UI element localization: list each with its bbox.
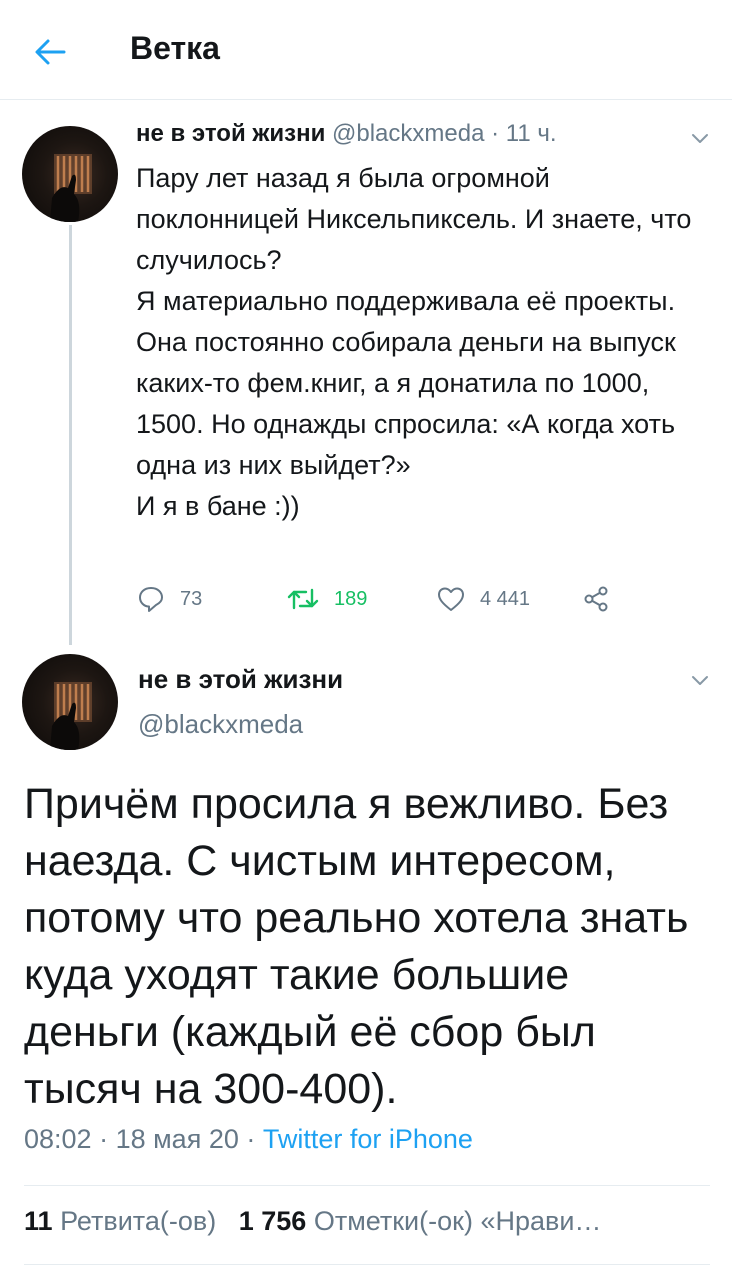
like-count: 4 441: [480, 587, 531, 610]
reply-button[interactable]: 73: [136, 582, 202, 616]
reply-icon: [139, 587, 163, 612]
tweet2-text: Причём просила я вежливо. Без наезда. С …: [24, 780, 689, 1113]
retweet-count: 189: [334, 587, 368, 610]
chevron-down-icon: [692, 676, 708, 685]
tweet-paragraph: Пару лет назад я была огромной поклонниц…: [136, 163, 692, 275]
tweet2-stats: 11 Ретвита(-ов) 1 756 Отметки(-ок) «Нрав…: [24, 1206, 710, 1237]
tweet-source-link[interactable]: Twitter for iPhone: [263, 1124, 473, 1154]
tweet-paragraph: Я материально поддерживала её проекты. О…: [136, 286, 676, 480]
author-handle[interactable]: @blackxmeda: [138, 709, 303, 740]
tweet1-menu-button[interactable]: [690, 132, 710, 146]
share-icon: [584, 586, 608, 612]
tweet2-meta: 08:02 · 18 мая 20 · Twitter for iPhone: [24, 1124, 473, 1155]
tweet-time: 11 ч.: [505, 120, 557, 147]
tweet1-header: не в этой жизни @blackxmeda · 11 ч.: [136, 120, 557, 148]
tweet-date: 18 мая 20: [115, 1124, 239, 1154]
retweet-icon: [287, 588, 319, 610]
app-header: Ветка: [0, 0, 732, 100]
divider: [24, 1185, 710, 1186]
reply-count: 73: [180, 587, 203, 610]
divider: [24, 1264, 710, 1265]
back-button[interactable]: [32, 34, 72, 70]
avatar[interactable]: [22, 654, 118, 750]
chevron-down-icon: [692, 134, 708, 143]
tweet1-actions: 73 189 4 441: [136, 582, 636, 616]
retweet-stat-count: 11: [24, 1206, 53, 1236]
like-stat[interactable]: 1 756 Отметки(-ок) «Нрави…: [239, 1206, 602, 1236]
like-icon: [438, 587, 464, 611]
like-stat-label: Отметки(-ок) «Нрави…: [313, 1206, 602, 1236]
separator: ·: [484, 120, 506, 147]
separator: ·: [238, 1124, 263, 1154]
tweet2-menu-button[interactable]: [690, 674, 710, 688]
share-button[interactable]: [582, 582, 610, 616]
page-title: Ветка: [130, 30, 220, 66]
separator: ·: [91, 1124, 116, 1154]
tweet-paragraph: И я в бане :)): [136, 491, 300, 521]
author-name[interactable]: не в этой жизни: [136, 120, 325, 147]
retweet-button[interactable]: 189: [286, 582, 367, 616]
like-button[interactable]: 4 441: [436, 582, 530, 616]
tweet1-text: Пару лет назад я была огромной поклонниц…: [136, 158, 716, 527]
retweet-stat[interactable]: 11 Ретвита(-ов): [24, 1206, 216, 1236]
like-stat-count: 1 756: [238, 1206, 307, 1236]
thread-line: [69, 225, 72, 645]
tweet-time: 08:02: [24, 1124, 92, 1154]
author-handle[interactable]: @blackxmeda: [332, 120, 484, 147]
back-arrow-icon: [35, 39, 66, 65]
retweet-stat-label: Ретвита(-ов): [60, 1206, 217, 1236]
author-name[interactable]: не в этой жизни: [138, 664, 343, 695]
avatar[interactable]: [22, 126, 118, 222]
